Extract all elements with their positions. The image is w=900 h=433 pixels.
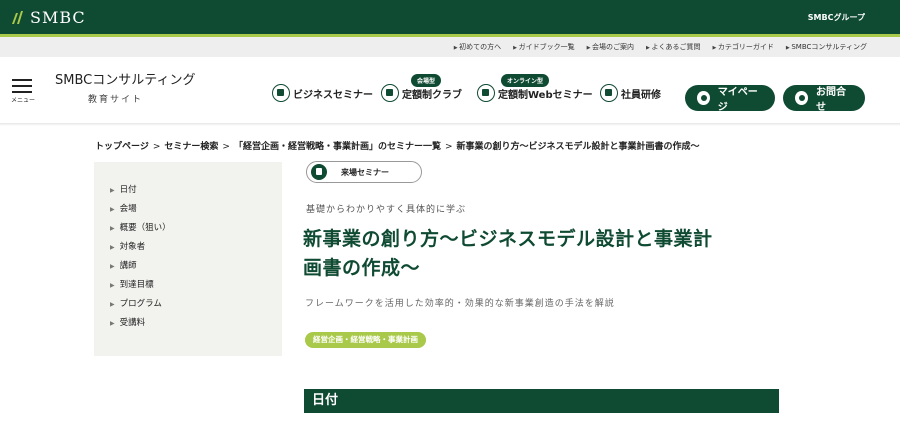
nav-business-seminar[interactable]: ビジネスセミナー [272,84,373,102]
page-subtitle: フレームワークを活用した効率的・効果的な新事業創造の手法を解説 [305,299,615,309]
nav-badge-venue: 会場型 [411,74,442,87]
page-title: 新事業の創り方～ビジネスモデル設計と事業計 画書の作成～ [303,225,763,283]
menu-label: メニュー [11,97,36,104]
toc-item-overview[interactable]: ▶ 概要（狙い） [110,222,282,241]
breadcrumb-category[interactable]: 「経営企画・経営戦略・事業計画」のセミナー一覧 [234,142,441,152]
club-icon [381,84,399,102]
breadcrumb-separator: > [444,142,453,152]
utility-bar: 初めての方へ ガイドブック一覧 会場のご案内 よくあるご質問 カテゴリーガイド … [0,37,900,57]
toc-item-label: 到達目標 [119,280,154,290]
logo-text: SMBC [30,7,86,27]
util-link-first-time[interactable]: 初めての方へ [454,42,501,52]
hamburger-bar [12,91,32,93]
nav-employee-training[interactable]: 社員研修 [600,84,661,102]
page-toc-sidebar: ▶ 日付 ▶ 会場 ▶ 概要（狙い） ▶ 対象者 ▶ 講師 ▶ 到達目標 ▶ プログラム ▶ 受… [94,162,282,356]
web-seminar-icon [477,84,495,102]
nav-badge-online: オンライン型 [501,74,550,87]
chevron-right-icon: ▶ [110,206,115,213]
chevron-right-icon: ▶ [110,187,115,194]
chevron-right-icon: ▶ [110,244,115,251]
toc-item-label: 会場 [119,204,137,214]
training-icon [600,84,618,102]
header-divider [0,123,900,126]
toc-item-goals[interactable]: ▶ 到達目標 [110,279,282,298]
toc-item-date[interactable]: ▶ 日付 [110,184,282,203]
toc-item-label: 概要（狙い） [119,223,171,233]
chevron-right-icon: ▶ [110,263,115,270]
site-title[interactable]: SMBCコンサルティング [55,74,195,88]
breadcrumb: トップページ > セミナー検索 > 「経営企画・経営戦略・事業計画」のセミナー一覧 > 新事… [95,139,700,152]
user-icon [697,91,710,105]
top-bar: SMBC SMBCグループ [0,0,900,34]
nav-label: 定額制クラブ [402,89,462,101]
smbc-leaf-icon [12,11,23,24]
breadcrumb-separator: > [152,142,161,152]
toc-item-instructor[interactable]: ▶ 講師 [110,260,282,279]
contact-button[interactable]: お問合せ [783,85,865,113]
site-subtitle: 教育サイト [88,95,144,105]
util-link-faq[interactable]: よくあるご質問 [646,42,700,52]
breadcrumb-search[interactable]: セミナー検索 [164,142,218,152]
seminar-icon [272,84,290,102]
toc-item-fee[interactable]: ▶ 受講料 [110,317,282,336]
chevron-right-icon: ▶ [110,320,115,327]
smbc-logo[interactable]: SMBC [11,8,86,27]
nav-label: 社員研修 [621,89,661,101]
seminar-lead: 基礎からわかりやすく具体的に学ぶ [306,205,467,215]
chevron-right-icon: ▶ [110,225,115,232]
chevron-right-icon: ▶ [110,282,115,289]
venue-seminar-icon [311,164,327,180]
util-link-smbc-consulting[interactable]: SMBCコンサルティング [786,42,867,52]
toc-item-program[interactable]: ▶ プログラム [110,298,282,317]
breadcrumb-current: 新事業の創り方～ビジネスモデル設計と事業計画書の作成～ [456,142,700,152]
toc-item-venue[interactable]: ▶ 会場 [110,203,282,222]
site-header: メニュー SMBCコンサルティング 教育サイト ビジネスセミナー 定額制クラブ … [0,57,900,123]
smbc-group-link[interactable]: SMBCグループ [808,12,865,23]
toc-item-label: 対象者 [119,242,146,252]
hamburger-bar [12,85,32,87]
section-heading-date: 日付 [304,389,779,413]
breadcrumb-top[interactable]: トップページ [95,142,149,152]
toc-item-label: 日付 [119,185,137,195]
chevron-right-icon: ▶ [110,301,115,308]
title-line-1: 新事業の創り方～ビジネスモデル設計と事業計 [303,228,713,250]
contact-label: お問合せ [815,87,846,113]
mail-icon [795,91,808,105]
toc-item-label: プログラム [119,299,162,309]
toc-item-label: 受講料 [119,318,146,328]
toc-item-label: 講師 [119,261,137,271]
toc-list: ▶ 日付 ▶ 会場 ▶ 概要（狙い） ▶ 対象者 ▶ 講師 ▶ 到達目標 ▶ プログラム ▶ 受… [94,162,282,336]
toc-item-target[interactable]: ▶ 対象者 [110,241,282,260]
nav-label: ビジネスセミナー [293,89,373,101]
seminar-type-label: 来場セミナー [341,167,389,177]
mypage-label: マイページ [717,87,758,113]
breadcrumb-separator: > [222,142,230,152]
mypage-button[interactable]: マイページ [685,85,775,113]
category-tag[interactable]: 経営企画・経営戦略・事業計画 [305,332,426,348]
title-line-2: 画書の作成～ [303,257,421,279]
nav-label: 定額制Webセミナー [498,89,593,101]
util-link-category-guide[interactable]: カテゴリーガイド [712,42,774,52]
seminar-type-tag: 来場セミナー [306,161,422,183]
util-link-venue[interactable]: 会場のご案内 [587,42,634,52]
util-link-guidebook[interactable]: ガイドブック一覧 [513,42,575,52]
hamburger-icon [12,79,32,81]
